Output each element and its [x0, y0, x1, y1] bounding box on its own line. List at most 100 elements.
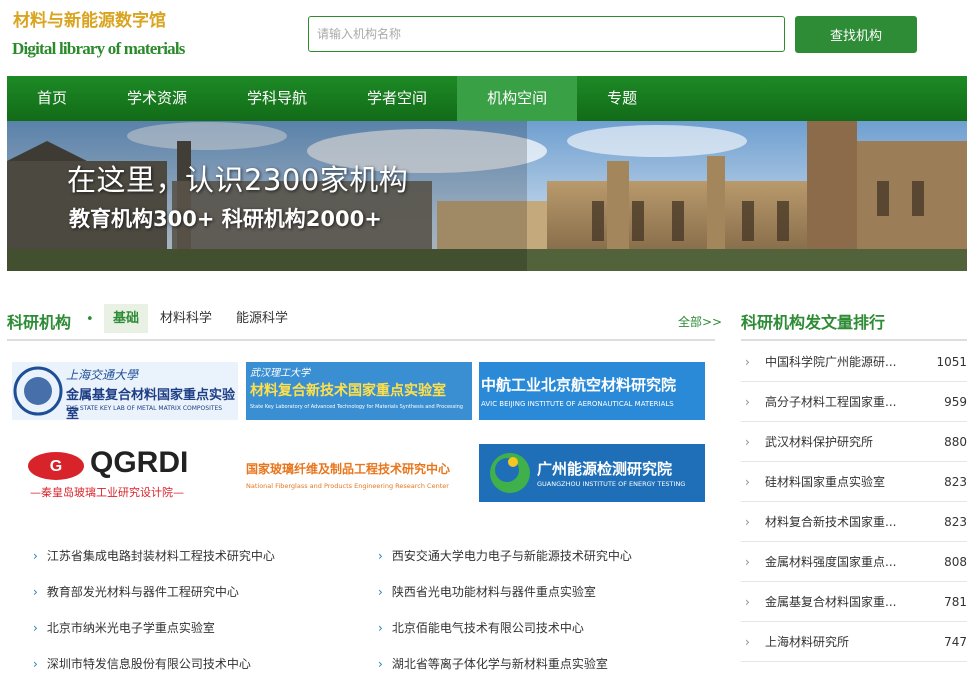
chevron-right-icon: ›: [745, 514, 750, 529]
logo-text-line2: 金属基复合材料国家重点实验室: [66, 388, 236, 420]
ranking-count: 823: [944, 514, 967, 529]
nav-home[interactable]: 首页: [7, 76, 97, 121]
banner-title: 在这里，认识2300家机构: [67, 163, 409, 197]
ranking-name: 高分子材料工程国家重...: [765, 395, 897, 409]
logo-qgrdi[interactable]: G QGRDI —秦皇岛玻璃工业研究设计院—: [12, 444, 238, 502]
institution-link-label: 北京市纳米光电子学重点实验室: [46, 621, 215, 635]
logo-text-line2: AVIC BEIJING INSTITUTE OF AERONAUTICAL M…: [481, 400, 674, 408]
institution-link-label: 北京佰能电气技术有限公司技术中心: [391, 621, 584, 635]
ranking-count: 808: [944, 554, 967, 569]
section-divider: [7, 339, 715, 341]
chevron-right-icon: ›: [745, 474, 750, 489]
ranking-row[interactable]: › 金属基复合材料国家重... 781: [741, 582, 967, 622]
ranking-count: 1051: [936, 354, 967, 369]
logo-sjtu-metal-matrix-lab[interactable]: 上海交通大學 金属基复合材料国家重点实验室 THE STATE KEY LAB …: [12, 362, 238, 420]
institution-link[interactable]: › 北京佰能电气技术有限公司技术中心: [378, 619, 584, 636]
ranking-count: 823: [944, 474, 967, 489]
institution-link[interactable]: › 北京市纳米光电子学重点实验室: [33, 619, 215, 636]
ranking-name: 材料复合新技术国家重...: [765, 515, 897, 529]
logo-text-line2: GUANGZHOU INSTITUTE OF ENERGY TESTING: [537, 480, 686, 488]
institution-link-label: 西安交通大学电力电子与新能源技术研究中心: [391, 549, 632, 563]
ranking-name: 金属材料强度国家重点...: [765, 555, 897, 569]
ranking-count: 781: [944, 594, 967, 609]
ranking-name: 硅材料国家重点实验室: [765, 475, 886, 489]
logo-text-line2: National Fiberglass and Products Enginee…: [246, 482, 449, 490]
logo-text-line1: 中航工业北京航空材料研究院: [481, 376, 677, 394]
chevron-right-icon: ›: [33, 549, 38, 563]
chevron-right-icon: ›: [33, 621, 38, 635]
ranking-count: 959: [944, 394, 967, 409]
institution-link-label: 深圳市特发信息股份有限公司技术中心: [46, 657, 251, 671]
institution-link[interactable]: › 江苏省集成电路封装材料工程技术研究中心: [33, 547, 275, 564]
institution-link[interactable]: › 西安交通大学电力电子与新能源技术研究中心: [378, 547, 632, 564]
tab-energy-science[interactable]: 能源科学: [227, 304, 297, 333]
banner-subtitle: 教育机构300+ 科研机构2000+: [69, 207, 382, 231]
institution-link-label: 陕西省光电功能材料与器件重点实验室: [391, 585, 596, 599]
chevron-right-icon: ›: [745, 634, 750, 649]
institution-link-label: 江苏省集成电路封装材料工程技术研究中心: [46, 549, 275, 563]
institution-link-label: 教育部发光材料与器件工程研究中心: [46, 585, 239, 599]
logo-text-line1: 武汉理工大学: [250, 368, 310, 379]
ranking-row[interactable]: › 硅材料国家重点实验室 823: [741, 462, 967, 502]
qgrdi-g-icon: G: [28, 452, 84, 480]
ranking-row[interactable]: › 高分子材料工程国家重... 959: [741, 382, 967, 422]
ranking-count: 880: [944, 434, 967, 449]
logo-text-line2: —秦皇岛玻璃工业研究设计院—: [30, 486, 184, 499]
ranking-row[interactable]: › 武汉材料保护研究所 880: [741, 422, 967, 462]
search-button[interactable]: 查找机构: [795, 16, 917, 53]
chevron-right-icon: ›: [378, 585, 383, 599]
logo-text-line3: THE STATE KEY LAB OF METAL MATRIX COMPOS…: [66, 405, 223, 412]
ranking-divider: [741, 339, 967, 341]
chevron-right-icon: ›: [378, 621, 383, 635]
nav-subject-navigation[interactable]: 学科导航: [217, 76, 337, 121]
ranking-row[interactable]: › 中国科学院广州能源研... 1051: [741, 342, 967, 382]
ranking-name: 上海材料研究所: [765, 635, 850, 649]
logo-text-line1: QGRDI: [90, 446, 189, 479]
section-dot: •: [86, 312, 94, 327]
chevron-right-icon: ›: [33, 657, 38, 671]
ranking-row[interactable]: › 上海材料研究所 747: [741, 622, 967, 662]
nav-institution-space[interactable]: 机构空间: [457, 76, 578, 121]
logo-text-line1: 国家玻璃纤维及制品工程技术研究中心: [246, 462, 451, 476]
ranking-row[interactable]: › 材料复合新技术国家重... 823: [741, 502, 967, 542]
chevron-right-icon: ›: [745, 354, 750, 369]
logo-english[interactable]: Digital library of materials: [12, 39, 185, 59]
nav-academic-resources[interactable]: 学术资源: [97, 76, 217, 121]
logo-national-fiberglass-center[interactable]: 国家玻璃纤维及制品工程技术研究中心 National Fiberglass an…: [246, 444, 472, 502]
tab-materials-science[interactable]: 材料科学: [151, 304, 221, 333]
energy-swirl-icon: [490, 453, 530, 493]
logo-whut-composite-lab[interactable]: 武汉理工大学 材料复合新技术国家重点实验室 State Key Laborato…: [246, 362, 472, 420]
institution-link[interactable]: › 陕西省光电功能材料与器件重点实验室: [378, 583, 596, 600]
research-section-title: 科研机构: [7, 313, 72, 332]
institution-link[interactable]: › 湖北省等离子体化学与新材料重点实验室: [378, 655, 608, 672]
logo-avic-biam[interactable]: 中航工业北京航空材料研究院 AVIC BEIJING INSTITUTE OF …: [479, 362, 705, 420]
chevron-right-icon: ›: [378, 549, 383, 563]
hero-banner: 在这里，认识2300家机构 教育机构300+ 科研机构2000+: [7, 121, 967, 271]
nav-scholar-space[interactable]: 学者空间: [337, 76, 457, 121]
institution-link[interactable]: › 深圳市特发信息股份有限公司技术中心: [33, 655, 251, 672]
main-nav: 首页 学术资源 学科导航 学者空间 机构空间 专题: [7, 76, 967, 121]
logo-text-line1: 上海交通大學: [66, 368, 139, 382]
logo-text-line1: 广州能源检测研究院: [537, 460, 673, 478]
chevron-right-icon: ›: [745, 594, 750, 609]
chevron-right-icon: ›: [745, 434, 750, 449]
search-input[interactable]: [308, 16, 785, 52]
logo-text-line2: 材料复合新技术国家重点实验室: [250, 383, 446, 399]
chevron-right-icon: ›: [745, 554, 750, 569]
logo-guangzhou-energy-testing[interactable]: 广州能源检测研究院 GUANGZHOU INSTITUTE OF ENERGY …: [479, 444, 705, 502]
ranking-row[interactable]: › 金属材料强度国家重点... 808: [741, 542, 967, 582]
ranking-title: 科研机构发文量排行: [741, 313, 886, 332]
ranking-name: 武汉材料保护研究所: [765, 435, 874, 449]
chevron-right-icon: ›: [745, 394, 750, 409]
logo-chinese[interactable]: 材料与新能源数字馆: [13, 6, 166, 31]
chevron-right-icon: ›: [378, 657, 383, 671]
ranking-name: 中国科学院广州能源研...: [765, 355, 897, 369]
tab-basic[interactable]: 基础: [104, 304, 149, 333]
chevron-right-icon: ›: [33, 585, 38, 599]
nav-special-topics[interactable]: 专题: [577, 76, 667, 121]
institution-link[interactable]: › 教育部发光材料与器件工程研究中心: [33, 583, 239, 600]
svg-text:G: G: [50, 458, 62, 475]
ranking-name: 金属基复合材料国家重...: [765, 595, 897, 609]
view-all-link[interactable]: 全部>>: [678, 313, 722, 330]
logo-text-line3: State Key Laboratory of Advanced Technol…: [250, 404, 463, 410]
